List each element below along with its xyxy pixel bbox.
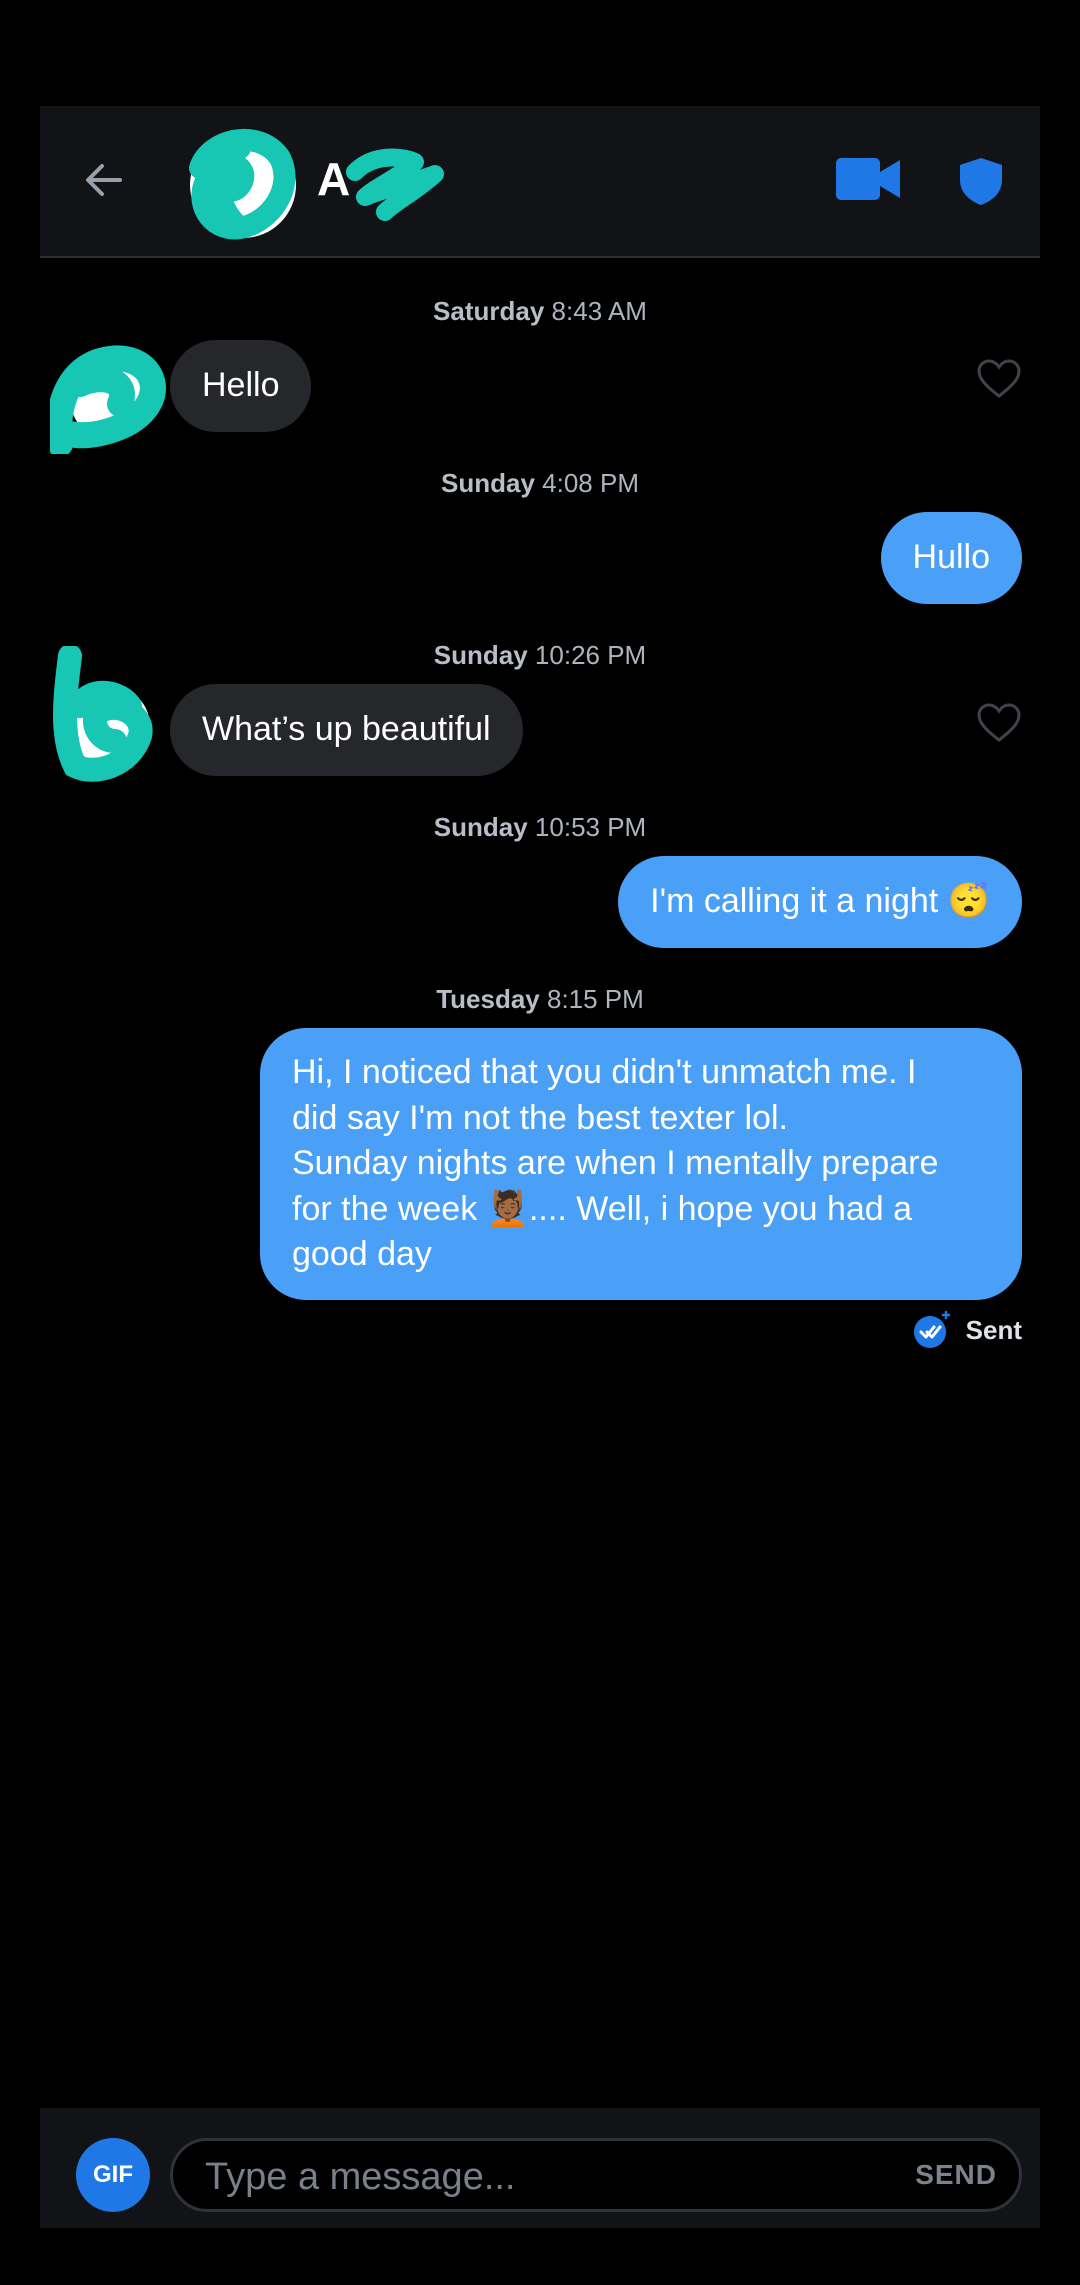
sender-avatar[interactable] — [50, 646, 160, 786]
message-input[interactable] — [203, 2151, 867, 2203]
double-check-icon — [913, 1310, 950, 1348]
video-camera-icon — [836, 158, 900, 200]
outgoing-message[interactable]: Hullo — [880, 512, 1022, 604]
chat-screen: A Saturday 8:43 AM Hello Sunday 4:08 PM … — [40, 0, 1040, 2285]
heart-icon[interactable] — [976, 358, 1022, 400]
video-call-button[interactable] — [836, 158, 902, 205]
message-input-wrapper[interactable]: SEND — [170, 2138, 1022, 2212]
incoming-message[interactable]: Hello — [170, 340, 312, 432]
arrow-left-icon — [86, 164, 122, 196]
back-button[interactable] — [78, 154, 130, 206]
timestamp: Tuesday 8:15 PM — [436, 984, 644, 1014]
gif-button[interactable]: GIF — [76, 2138, 150, 2212]
chat-header: A — [40, 106, 1040, 258]
redaction-scribble — [189, 129, 296, 240]
message-list: Saturday 8:43 AM Hello Sunday 4:08 PM Hu… — [40, 258, 1040, 2108]
sent-status: Sent — [912, 1310, 1022, 1350]
composer-bar: GIF SEND — [40, 2108, 1040, 2228]
timestamp: Sunday 10:53 PM — [433, 812, 647, 842]
send-button[interactable]: SEND — [915, 2159, 997, 2191]
outgoing-message-long[interactable]: Hi, I noticed that you didn't unmatch me… — [260, 1028, 1022, 1300]
shield-icon — [960, 158, 1002, 205]
name-redaction-scribble — [346, 148, 444, 221]
contact-avatar[interactable] — [189, 129, 296, 240]
timestamp: Sunday 4:08 PM — [441, 468, 639, 498]
timestamp: Sunday 10:26 PM — [433, 640, 647, 670]
heart-icon[interactable] — [976, 702, 1022, 744]
outgoing-message[interactable]: I'm calling it a night 😴 — [618, 856, 1022, 948]
timestamp: Saturday 8:43 AM — [433, 296, 647, 326]
incoming-message[interactable]: What’s up beautiful — [170, 684, 523, 776]
sent-label: Sent — [965, 1314, 1022, 1345]
safety-shield-button[interactable] — [958, 156, 1004, 211]
sender-avatar[interactable] — [50, 344, 170, 454]
